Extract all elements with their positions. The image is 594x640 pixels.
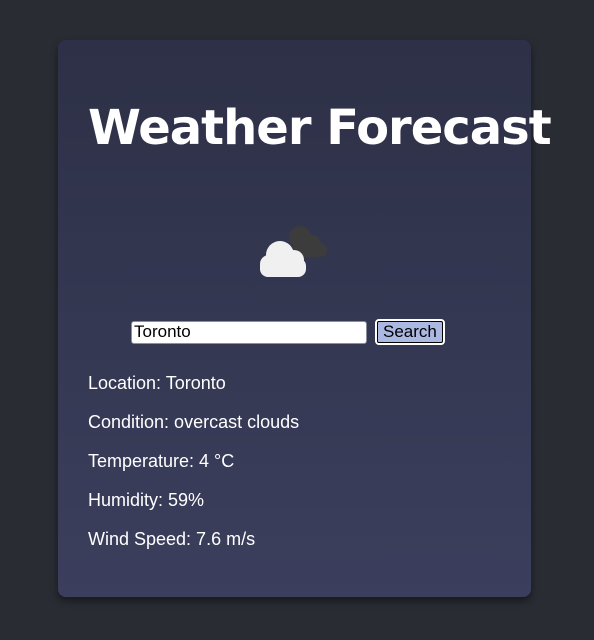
search-bar: Search <box>131 319 445 345</box>
wind-speed-text: Wind Speed: 7.6 m/s <box>88 529 256 549</box>
weather-card: Weather Forecast Search Location: Toront… <box>58 40 552 597</box>
condition-text: Condition: overcast clouds <box>88 412 300 432</box>
temperature-text: Temperature: 4 °C <box>88 451 235 471</box>
overcast-clouds-icon <box>260 226 327 277</box>
location-text: Location: Toronto <box>88 373 226 393</box>
humidity-text: Humidity: 59% <box>88 490 205 510</box>
page-title: Weather Forecast <box>88 100 552 156</box>
search-button[interactable]: Search <box>375 319 445 345</box>
city-search-input[interactable] <box>131 320 367 344</box>
weather-details: Location: Toronto Condition: overcast cl… <box>88 372 299 567</box>
